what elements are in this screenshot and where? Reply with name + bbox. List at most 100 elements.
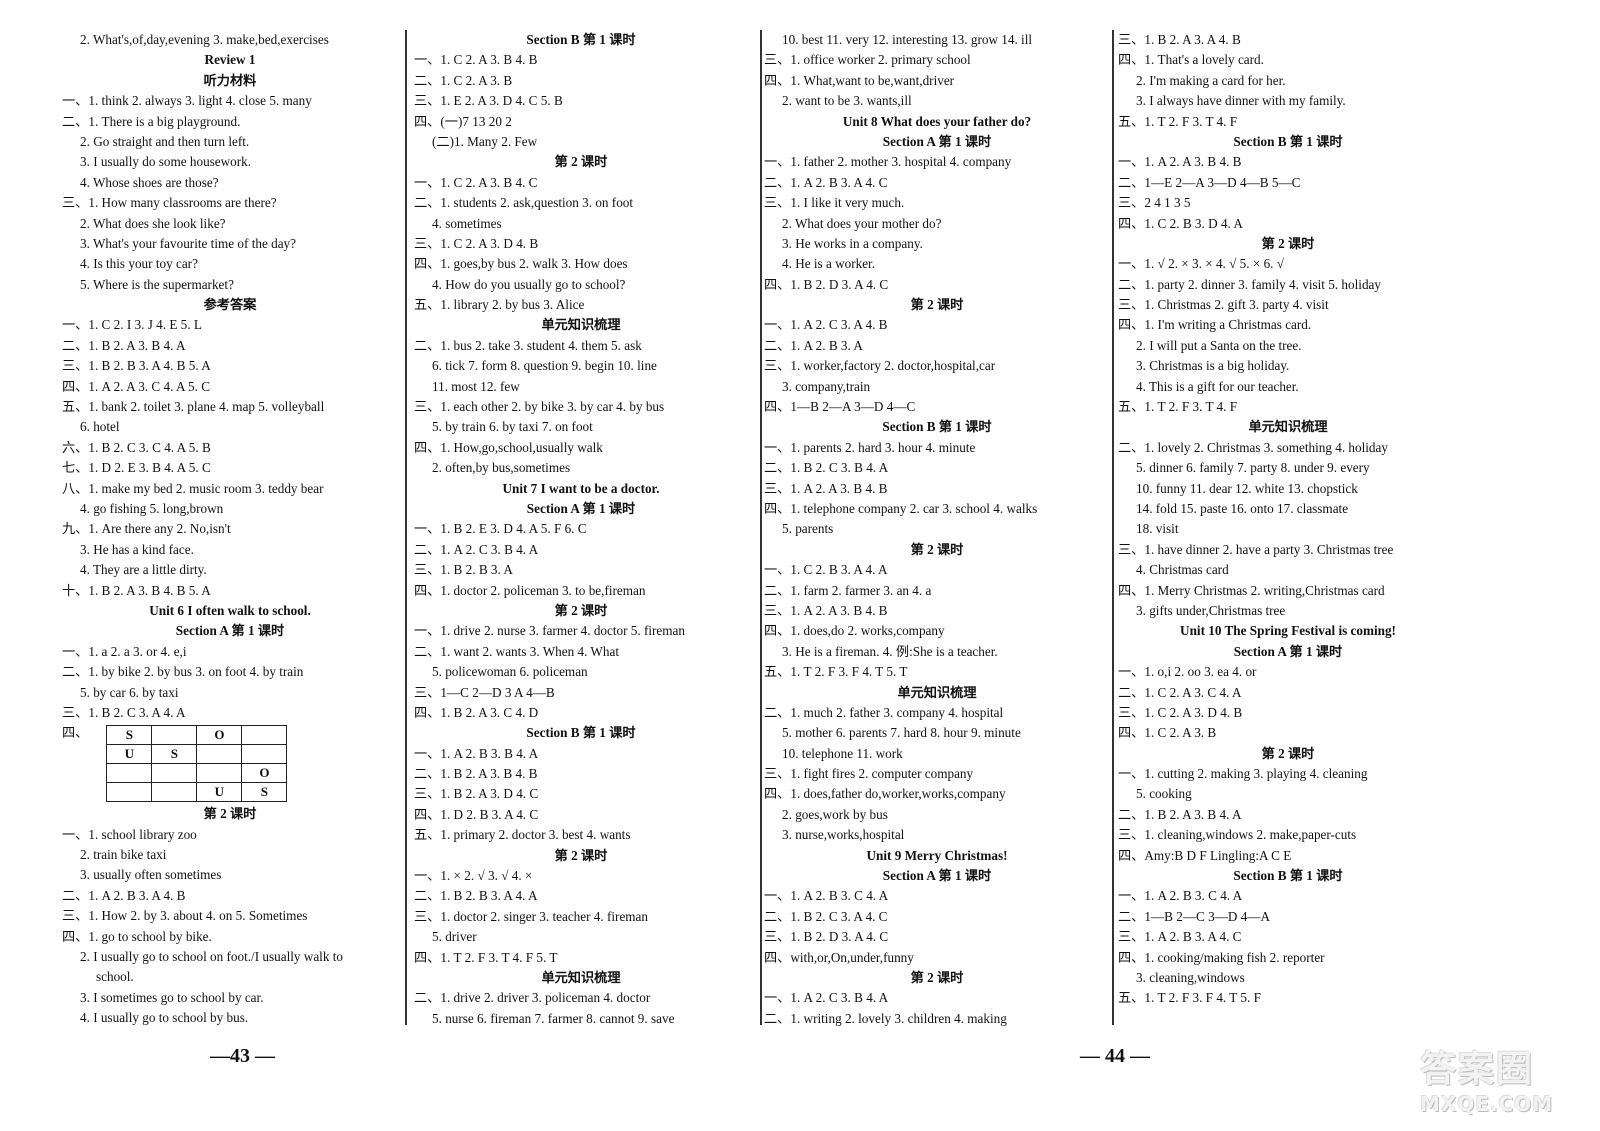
answer-line: 一、1. B 2. E 3. D 4. A 5. F 6. C <box>414 521 587 537</box>
grid-row: O <box>106 763 288 784</box>
answer-line: 四、1. C 2. B 3. D 4. A <box>1118 215 1243 231</box>
answer-line: 2. I will put a Santa on the tree. <box>1136 337 1302 353</box>
answer-line: 二、1. B 2. C 3. A 4. C <box>764 908 888 924</box>
answer-line: 三、1. B 2. B 3. A <box>414 562 513 578</box>
answer-line: 一、1. o,i 2. oo 3. ea 4. or <box>1118 664 1257 680</box>
section-heading: 第 2 课时 <box>203 806 257 822</box>
answer-line: 三、1. A 2. B 3. A 4. C <box>1118 929 1242 945</box>
grid-cell: O <box>241 763 288 784</box>
answer-line: 三、1. cleaning,windows 2. make,paper-cuts <box>1118 827 1357 843</box>
answer-line: 2. train bike taxi <box>80 847 167 863</box>
grid-cell <box>106 782 153 803</box>
answer-line: 三、1. E 2. A 3. D 4. C 5. B <box>414 93 563 109</box>
section-heading: Unit 9 Merry Christmas! <box>866 847 1008 863</box>
answer-line: 四、with,or,On,under,funny <box>764 949 914 965</box>
answer-line: 四、1—B 2—A 3—D 4—C <box>764 399 916 415</box>
section-heading: 听力材料 <box>203 72 257 88</box>
answer-line: 10. funny 11. dear 12. white 13. chopsti… <box>1136 480 1358 496</box>
section-heading: Section A 第 1 课时 <box>175 623 285 639</box>
answer-line: 七、1. D 2. E 3. B 4. A 5. C <box>62 460 211 476</box>
section-heading: 第 2 课时 <box>554 602 608 618</box>
answer-line: 四、1. C 2. A 3. B <box>1118 725 1217 741</box>
watermark-logo-text: 答案圈 <box>1420 1049 1535 1090</box>
answer-line: 一、1. × 2. √ 3. √ 4. × <box>414 868 533 884</box>
section-heading: Section A 第 1 课时 <box>526 500 636 516</box>
grid-cell <box>241 725 288 746</box>
answer-line: 2. What does she look like? <box>80 215 226 231</box>
answer-line: 五、1. primary 2. doctor 3. best 4. wants <box>414 827 631 843</box>
answer-line: 2. What's,of,day,evening 3. make,bed,exe… <box>80 32 329 47</box>
grid-cell <box>196 763 243 784</box>
answer-line: 2. often,by bus,sometimes <box>432 460 571 476</box>
answer-line: 2. I'm making a card for her. <box>1136 72 1286 88</box>
section-heading: Section B 第 1 课时 <box>526 32 636 47</box>
letter-grid: SOUSOUS <box>106 725 288 803</box>
answer-line: 四、1. telephone company 2. car 3. school … <box>764 500 1038 516</box>
answer-line: 4. He is a worker. <box>782 256 876 272</box>
answer-line: 5. by car 6. by taxi <box>80 684 179 700</box>
answer-line: 二、1. farm 2. farmer 3. an 4. a <box>764 582 932 598</box>
answer-line: 4. sometimes <box>432 215 502 231</box>
section-heading: 第 2 课时 <box>1261 235 1315 251</box>
watermark: 答案圈 MXQE.COM <box>1420 1040 1590 1120</box>
answer-line: 4. How do you usually go to school? <box>432 276 626 292</box>
answer-line: 三、1. How many classrooms are there? <box>62 195 277 211</box>
section-heading: 第 2 课时 <box>1261 745 1315 761</box>
column-divider <box>405 30 407 1025</box>
section-heading: Unit 6 I often walk to school. <box>149 602 311 618</box>
section-heading: Section A 第 1 课时 <box>882 133 992 149</box>
answer-line: 3. usually often sometimes <box>80 867 222 883</box>
answer-line: 5. cooking <box>1136 786 1192 802</box>
answer-line: 14. fold 15. paste 16. onto 17. classmat… <box>1136 500 1349 516</box>
answer-line: 一、1. C 2. I 3. J 4. E 5. L <box>62 317 202 333</box>
answer-line: 6. tick 7. form 8. question 9. begin 10.… <box>432 358 657 374</box>
answer-line: 4. Christmas card <box>1136 562 1229 578</box>
answer-line: (二)1. Many 2. Few <box>432 133 538 149</box>
grid-cell: S <box>106 725 153 746</box>
answer-line: 二、1. C 2. A 3. C 4. A <box>1118 684 1242 700</box>
answer-line: 3. I sometimes go to school by car. <box>80 989 264 1005</box>
answer-line: 一、1. A 2. A 3. B 4. B <box>1118 154 1242 170</box>
answer-line: 四、1. go to school by bike. <box>62 928 212 944</box>
answer-line: 3. company,train <box>782 378 871 394</box>
answer-line: 四、1. goes,by bus 2. walk 3. How does <box>414 256 628 272</box>
answer-line: 四、1. What,want to be,want,driver <box>764 72 955 88</box>
section-heading: 参考答案 <box>203 297 257 313</box>
grid-row: SO <box>106 725 288 746</box>
answer-line: 三、1. B 2. C 3. A 4. A <box>62 704 186 720</box>
section-heading: Unit 8 What does your father do? <box>842 113 1032 129</box>
answer-column-2: Section B 第 1 课时 一、1. C 2. A 3. B 4. B 二、1… <box>414 30 748 1029</box>
answer-line: 3. nurse,works,hospital <box>782 827 905 843</box>
section-heading: Section B 第 1 课时 <box>1233 868 1343 884</box>
answer-line: 一、1. √ 2. × 3. × 4. √ 5. × 6. √ <box>1118 256 1285 272</box>
answer-line: 四、1. B 2. D 3. A 4. C <box>764 276 889 292</box>
answer-line: 5. Where is the supermarket? <box>80 276 234 292</box>
answer-line: 八、1. make my bed 2. music room 3. teddy … <box>62 480 324 496</box>
answer-line: 3. I always have dinner with my family. <box>1136 93 1346 109</box>
answer-line: 四、1. I'm writing a Christmas card. <box>1118 317 1312 333</box>
answer-line: 四、1. D 2. B 3. A 4. C <box>414 806 539 822</box>
answer-line: 二、1. lovely 2. Christmas 3. something 4.… <box>1118 439 1388 455</box>
answer-line: 一、1. A 2. B 3. B 4. A <box>414 745 539 761</box>
grid-cell <box>196 744 243 765</box>
answer-line: 三、1—C 2—D 3 A 4—B <box>414 684 555 700</box>
column-divider <box>760 30 762 1025</box>
answer-line: 二、1. C 2. A 3. B <box>414 72 513 88</box>
answer-line: 三、1. office worker 2. primary school <box>764 52 971 68</box>
answer-line: 四、1. does,do 2. works,company <box>764 623 945 639</box>
answer-line: 一、1. think 2. always 3. light 4. close 5… <box>62 93 312 109</box>
answer-line: 二、1. B 2. B 3. A 4. A <box>414 888 538 904</box>
answer-line: 18. visit <box>1136 521 1179 537</box>
answer-column-4: 三、1. B 2. A 3. A 4. B 四、1. That's a lovel… <box>1118 30 1458 1009</box>
answer-line: 二、1. by bike 2. by bus 3. on foot 4. by … <box>62 664 304 680</box>
answer-line: 一、1. A 2. B 3. C 4. A <box>1118 888 1243 904</box>
answer-line: 四、1. B 2. A 3. C 4. D <box>414 704 539 720</box>
question-label: 四、 <box>62 725 89 741</box>
answer-line: 二、1. B 2. C 3. B 4. A <box>764 460 889 476</box>
answer-line: 二、1—E 2—A 3—D 4—B 5—C <box>1118 174 1301 190</box>
answer-line: 四、1. does,father do,worker,works,company <box>764 786 1006 802</box>
section-heading: Section A 第 1 课时 <box>1233 643 1343 659</box>
answer-line: 三、1. have dinner 2. have a party 3. Chri… <box>1118 541 1394 557</box>
answer-line: 三、1. B 2. A 3. D 4. C <box>414 786 539 802</box>
answer-line: 一、1. C 2. B 3. A 4. A <box>764 562 888 578</box>
